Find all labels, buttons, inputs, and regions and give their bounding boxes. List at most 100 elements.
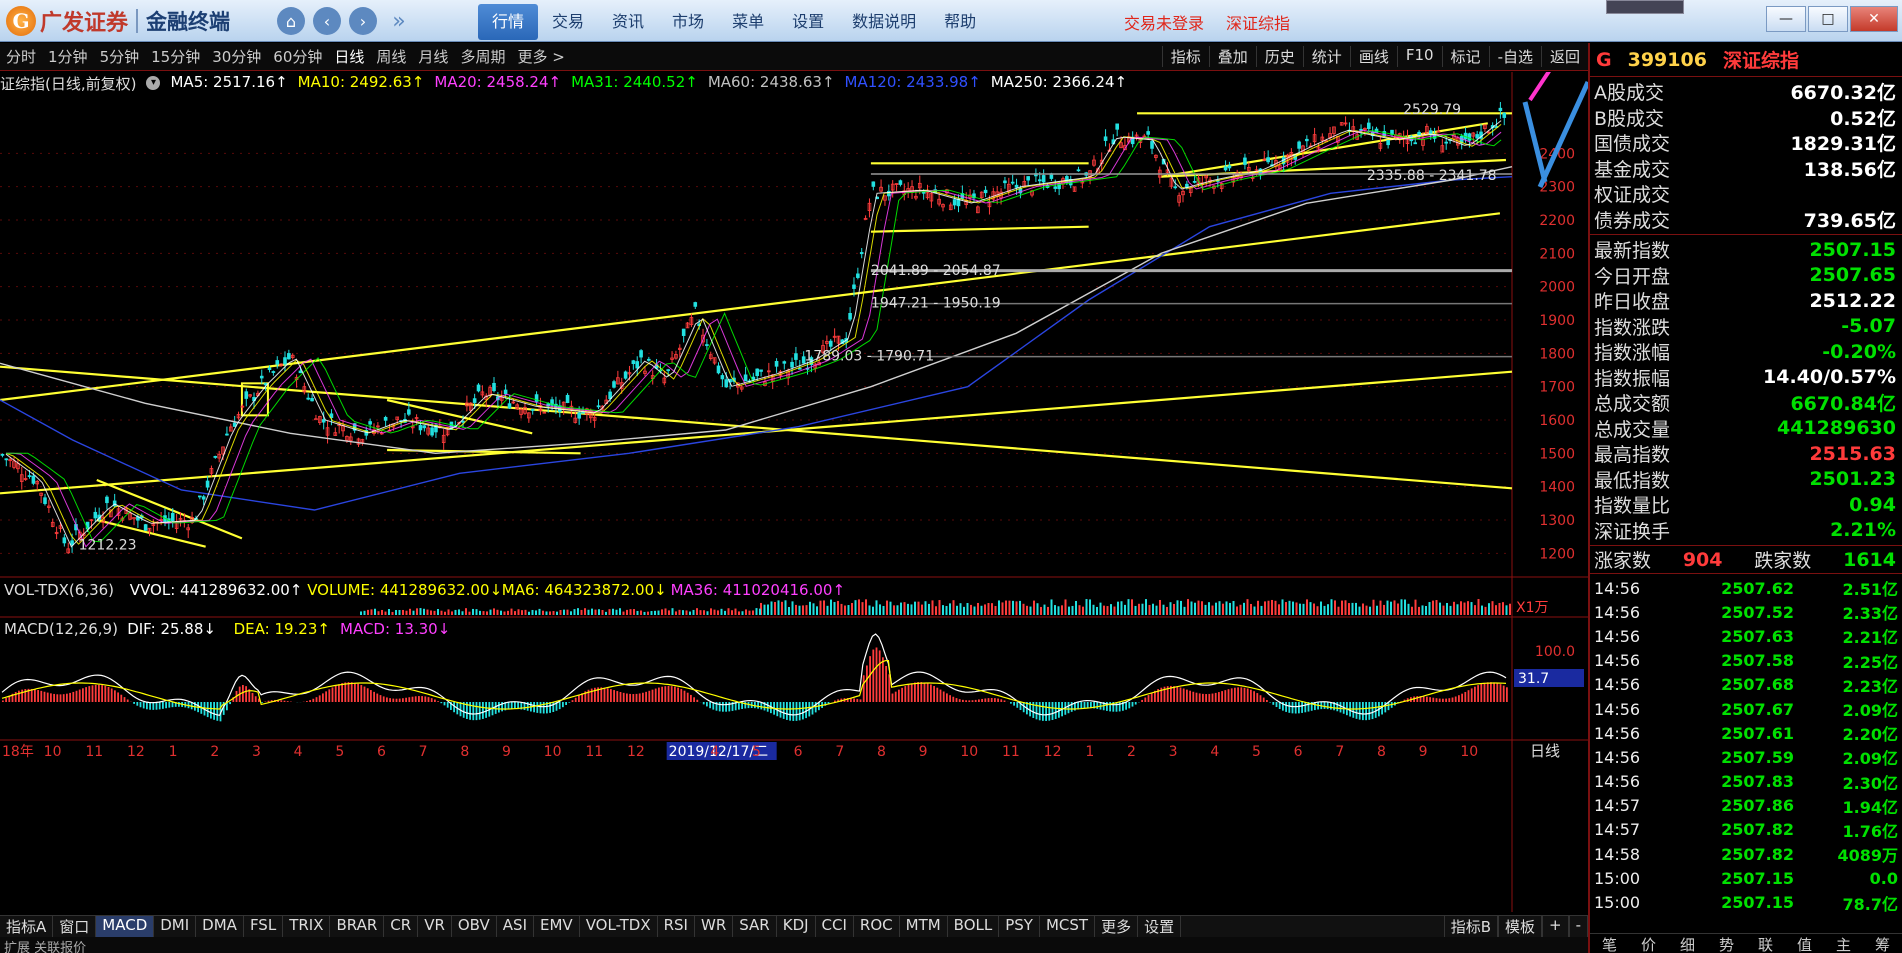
indicator-tab[interactable]: ROC [854, 916, 900, 937]
indicator-tab[interactable]: DMA [196, 916, 244, 937]
quote-tab[interactable]: 主 [1836, 934, 1851, 953]
period-tab[interactable]: 多周期 [454, 46, 511, 67]
indicator-tab[interactable]: KDJ [777, 916, 816, 937]
quote-tab[interactable]: 细 [1680, 934, 1695, 953]
macd-bar [728, 702, 731, 712]
legend-toggle-icon[interactable]: ▾ [146, 76, 161, 90]
home-icon[interactable]: ⌂ [277, 7, 305, 35]
indicator-tab[interactable]: PSY [999, 916, 1040, 937]
macd-bar [158, 702, 161, 710]
close-button[interactable]: ✕ [1850, 6, 1898, 32]
tool-button[interactable]: -自选 [1488, 46, 1541, 67]
menu-item[interactable]: 行情 [478, 4, 539, 40]
volume-bar [900, 602, 902, 615]
indicator-tab[interactable]: BRAR [330, 916, 385, 937]
login-status[interactable]: 交易未登录 [1124, 10, 1204, 34]
stat-row: 指数振幅 14.40/0.57% [1590, 365, 1902, 391]
indicator-tab[interactable]: FSL [244, 916, 284, 937]
quote-tab[interactable]: 值 [1797, 934, 1812, 953]
indicator-tab[interactable]: EMV [534, 916, 580, 937]
macd-bar [1499, 684, 1502, 702]
tick-row: 14:56 2507.67 2.09亿 [1590, 697, 1902, 721]
tool-button[interactable]: 历史 [1255, 46, 1303, 67]
tick-volume: 2.25亿 [1842, 652, 1898, 672]
period-tab[interactable]: 15分钟 [145, 46, 206, 67]
indicator-tab[interactable]: 设置 [1138, 916, 1182, 937]
indicator-control[interactable]: 模板 [1497, 916, 1542, 937]
menu-item[interactable]: 菜单 [718, 4, 778, 40]
macd-bar [795, 702, 798, 721]
macd-bar [178, 702, 180, 707]
tool-button[interactable]: 返回 [1540, 46, 1588, 67]
menu-item[interactable]: 交易 [538, 4, 598, 40]
trend-line[interactable] [870, 225, 1089, 233]
indicator-tab[interactable]: ASI [497, 916, 534, 937]
indicator-tab[interactable]: RSI [658, 916, 695, 937]
forward-icon[interactable]: › [349, 7, 377, 35]
indicator-tab[interactable]: MACD [96, 916, 155, 937]
tool-button[interactable]: F10 [1396, 46, 1442, 67]
quote-tab[interactable]: 价 [1641, 934, 1656, 953]
period-tab[interactable]: 60分钟 [267, 46, 328, 67]
tick-price: 2507.15 [1721, 868, 1794, 888]
indicator-tab[interactable]: WR [695, 916, 734, 937]
tool-button[interactable]: 叠加 [1208, 46, 1256, 67]
indicator-control[interactable]: 指标B [1443, 916, 1498, 937]
volume-bar [1201, 601, 1203, 615]
tick-volume: 2.30亿 [1842, 773, 1898, 793]
indicator-tab[interactable]: MCST [1040, 916, 1096, 937]
indicator-tab[interactable]: BOLL [948, 916, 1000, 937]
period-tab[interactable]: 分时 [0, 46, 42, 67]
quote-tab[interactable]: 筹 [1875, 934, 1890, 953]
back-icon[interactable]: ‹ [313, 7, 341, 35]
menu-item[interactable]: 市场 [658, 4, 718, 40]
indicator-tab[interactable]: VR [418, 916, 452, 937]
period-tab[interactable]: 更多 > [511, 46, 570, 67]
period-tab[interactable]: 月线 [412, 46, 454, 67]
period-tab[interactable]: 日线 [328, 46, 370, 67]
menu-item[interactable]: 资讯 [598, 4, 658, 40]
macd-bar [1013, 702, 1015, 706]
indicator-tab[interactable]: OBV [452, 916, 497, 937]
period-tab[interactable]: 30分钟 [206, 46, 267, 67]
mini-window-handle[interactable] [1606, 0, 1684, 14]
menu-item[interactable]: 帮助 [930, 4, 990, 40]
tool-button[interactable]: 统计 [1302, 46, 1350, 67]
expand-down-icon[interactable]: » [385, 7, 413, 35]
indicator-tab[interactable]: VOL-TDX [580, 916, 658, 937]
indicator-tab[interactable]: TRIX [283, 916, 331, 937]
indicator-tab[interactable]: DMI [154, 916, 197, 937]
macd-bar [69, 692, 71, 702]
kline-chart[interactable]: 2529.79 1212.23 2335.88 - 2341.78 2041.89 -… [0, 72, 1588, 952]
period-tab[interactable]: 1分钟 [42, 46, 94, 67]
period-tab[interactable]: 周线 [370, 46, 412, 67]
period-tab[interactable]: 5分钟 [94, 46, 146, 67]
indicator-control[interactable]: - [1568, 916, 1588, 937]
candle-body [298, 370, 303, 374]
indicator-tab[interactable]: MTM [900, 916, 948, 937]
indicator-tab[interactable]: 指标A [0, 916, 54, 937]
trend-line[interactable] [0, 212, 1501, 402]
tool-button[interactable]: 指标 [1161, 46, 1209, 67]
tool-button[interactable]: 标记 [1441, 46, 1489, 67]
menu-item[interactable]: 设置 [778, 4, 838, 40]
indicator-tab[interactable]: 窗口 [53, 916, 97, 937]
tick-volume: 0.0 [1869, 868, 1898, 888]
indicator-tab[interactable]: 更多 [1095, 916, 1139, 937]
indicator-control[interactable]: + [1542, 916, 1569, 937]
ma-line [6, 129, 1502, 548]
tool-button[interactable]: 画线 [1349, 46, 1397, 67]
quote-tab[interactable]: 笔 [1602, 934, 1617, 953]
macd-bar [1147, 695, 1150, 702]
menu-item[interactable]: 数据说明 [838, 4, 930, 40]
macd-bar [859, 699, 862, 702]
indicator-tab[interactable]: SAR [733, 916, 777, 937]
macd-bar [782, 702, 785, 719]
maximize-button[interactable]: □ [1808, 6, 1848, 32]
indicator-tab[interactable]: CCI [816, 916, 854, 937]
indicator-tab[interactable]: CR [384, 916, 419, 937]
volume-bar [542, 610, 544, 615]
quote-tab[interactable]: 势 [1719, 934, 1734, 953]
quote-tab[interactable]: 联 [1758, 934, 1773, 953]
minimize-button[interactable]: — [1766, 6, 1806, 32]
